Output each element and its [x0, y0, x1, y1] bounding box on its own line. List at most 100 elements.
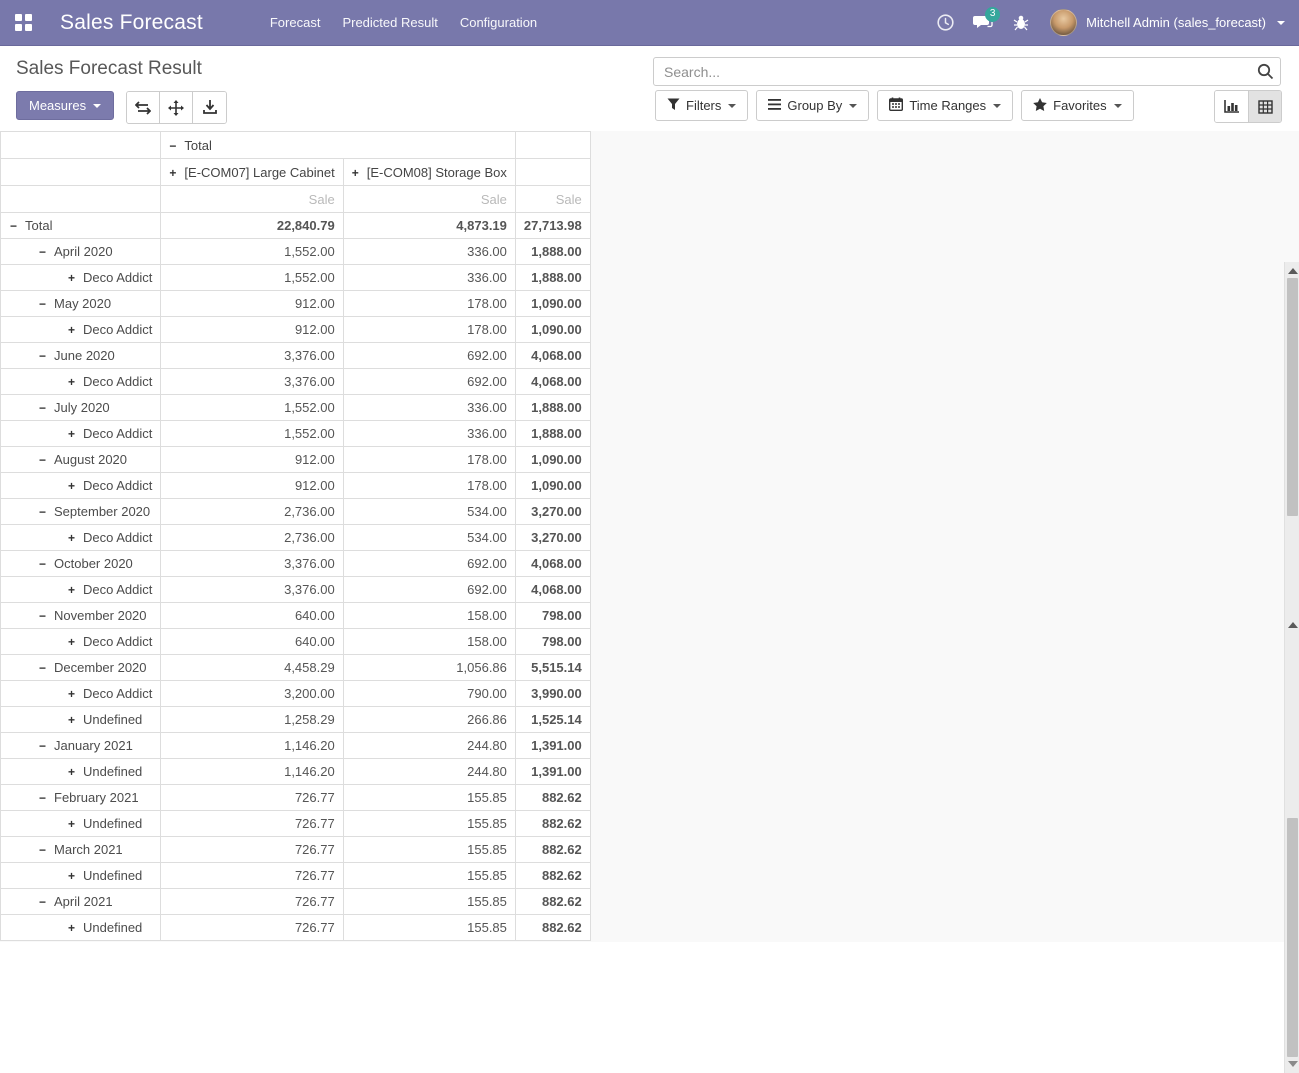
- pivot-col-header-e-com07-large-cabinet[interactable]: +[E-COM07] Large Cabinet: [161, 159, 343, 186]
- search-icon[interactable]: [1250, 63, 1280, 80]
- row-header-deco-addict[interactable]: +Deco Addict: [1, 629, 161, 655]
- row-header-august-2020[interactable]: −August 2020: [1, 447, 161, 473]
- pivot-value-cell: 692.00: [343, 551, 515, 577]
- row-header-deco-addict[interactable]: +Deco Addict: [1, 265, 161, 291]
- pivot-col-total-header[interactable]: −Total: [161, 132, 516, 159]
- pivot-value-cell: 726.77: [161, 811, 343, 837]
- messages-button[interactable]: 3: [964, 0, 1002, 46]
- pivot-value-cell: 178.00: [343, 291, 515, 317]
- scroll-up-arrow-icon[interactable]: [1288, 622, 1298, 628]
- pivot-row-october-2020: −October 20203,376.00692.004,068.00: [1, 551, 591, 577]
- pivot-row-total: −Total22,840.794,873.1927,713.98: [1, 213, 591, 239]
- row-header-december-2020[interactable]: −December 2020: [1, 655, 161, 681]
- row-header-november-2020[interactable]: −November 2020: [1, 603, 161, 629]
- pivot-value-cell: 3,270.00: [515, 499, 590, 525]
- row-header-september-2020[interactable]: −September 2020: [1, 499, 161, 525]
- messages-count-badge: 3: [985, 7, 1000, 22]
- pivot-row-deco-addict: +Deco Addict912.00178.001,090.00: [1, 317, 591, 343]
- row-header-deco-addict[interactable]: +Deco Addict: [1, 317, 161, 343]
- filters-button[interactable]: Filters: [655, 90, 748, 121]
- pivot-value-cell: 4,068.00: [515, 551, 590, 577]
- pivot-col-header-e-com08-storage-box[interactable]: +[E-COM08] Storage Box: [343, 159, 515, 186]
- row-header-total[interactable]: −Total: [1, 213, 161, 239]
- pivot-value-cell: 798.00: [515, 629, 590, 655]
- measures-button[interactable]: Measures: [16, 91, 114, 120]
- row-header-undefined[interactable]: +Undefined: [1, 707, 161, 733]
- group-by-icon: [768, 98, 787, 113]
- row-header-march-2021[interactable]: −March 2021: [1, 837, 161, 863]
- pivot-value-cell: 1,888.00: [515, 421, 590, 447]
- scroll-up-arrow-icon[interactable]: [1288, 268, 1298, 274]
- pivot-value-cell: 158.00: [343, 603, 515, 629]
- apps-menu-button[interactable]: [0, 0, 46, 46]
- row-header-october-2020[interactable]: −October 2020: [1, 551, 161, 577]
- bar-chart-view-button[interactable]: [1215, 91, 1248, 122]
- row-header-deco-addict[interactable]: +Deco Addict: [1, 473, 161, 499]
- expand-all-button[interactable]: [160, 92, 193, 123]
- measures-label: Measures: [29, 98, 86, 113]
- pivot-value-cell: 726.77: [161, 915, 343, 941]
- control-panel: Sales Forecast Result Measures: [0, 46, 1299, 131]
- pivot-corner-cell: [1, 186, 161, 213]
- clock-icon: [937, 14, 954, 31]
- measure-header-sale[interactable]: Sale: [161, 186, 343, 213]
- scrollbar-thumb[interactable]: [1287, 818, 1298, 1057]
- pivot-table: −Total+[E-COM07] Large Cabinet+[E-COM08]…: [0, 131, 591, 941]
- calendar-icon: [889, 97, 909, 114]
- pivot-value-cell: 336.00: [343, 239, 515, 265]
- app-brand-title[interactable]: Sales Forecast: [60, 11, 203, 35]
- measure-header-sale[interactable]: Sale: [515, 186, 590, 213]
- download-button[interactable]: [193, 92, 226, 123]
- row-header-february-2021[interactable]: −February 2021: [1, 785, 161, 811]
- debug-button[interactable]: [1002, 0, 1040, 46]
- pivot-row-august-2020: −August 2020912.00178.001,090.00: [1, 447, 591, 473]
- row-header-january-2021[interactable]: −January 2021: [1, 733, 161, 759]
- pivot-row-deco-addict: +Deco Addict3,200.00790.003,990.00: [1, 681, 591, 707]
- row-header-deco-addict[interactable]: +Deco Addict: [1, 681, 161, 707]
- pivot-empty-header: [515, 132, 590, 159]
- scroll-down-arrow-icon[interactable]: [1288, 1061, 1298, 1067]
- measure-header-sale[interactable]: Sale: [343, 186, 515, 213]
- row-header-undefined[interactable]: +Undefined: [1, 811, 161, 837]
- row-header-deco-addict[interactable]: +Deco Addict: [1, 525, 161, 551]
- pivot-value-cell: 244.80: [343, 759, 515, 785]
- row-header-undefined[interactable]: +Undefined: [1, 915, 161, 941]
- row-header-undefined[interactable]: +Undefined: [1, 863, 161, 889]
- vertical-scrollbar[interactable]: [1284, 262, 1299, 1073]
- row-header-june-2020[interactable]: −June 2020: [1, 343, 161, 369]
- row-header-july-2020[interactable]: −July 2020: [1, 395, 161, 421]
- pivot-row-april-2020: −April 20201,552.00336.001,888.00: [1, 239, 591, 265]
- row-header-deco-addict[interactable]: +Deco Addict: [1, 369, 161, 395]
- row-header-april-2021[interactable]: −April 2021: [1, 889, 161, 915]
- chevron-down-icon: [993, 104, 1001, 108]
- pivot-value-cell: 4,068.00: [515, 343, 590, 369]
- row-header-undefined[interactable]: +Undefined: [1, 759, 161, 785]
- row-header-april-2020[interactable]: −April 2020: [1, 239, 161, 265]
- pivot-value-cell: 1,258.29: [161, 707, 343, 733]
- pivot-value-cell: 1,525.14: [515, 707, 590, 733]
- pivot-value-cell: 692.00: [343, 577, 515, 603]
- activities-button[interactable]: [926, 0, 964, 46]
- nav-item-predicted-result[interactable]: Predicted Result: [331, 0, 448, 46]
- pivot-value-cell: 178.00: [343, 447, 515, 473]
- row-header-deco-addict[interactable]: +Deco Addict: [1, 577, 161, 603]
- filter-icon: [667, 98, 686, 114]
- search-filter-buttons: Filters Group By Time Ranges Favorites: [655, 90, 1134, 121]
- flip-axis-button[interactable]: [127, 92, 160, 123]
- main-menu: ForecastPredicted ResultConfiguration: [259, 0, 548, 46]
- pivot-view-button[interactable]: [1248, 91, 1281, 122]
- pivot-value-cell: 1,888.00: [515, 395, 590, 421]
- pivot-row-undefined: +Undefined1,258.29266.861,525.14: [1, 707, 591, 733]
- time-ranges-button[interactable]: Time Ranges: [877, 90, 1013, 121]
- nav-item-configuration[interactable]: Configuration: [449, 0, 548, 46]
- pivot-value-cell: 3,376.00: [161, 551, 343, 577]
- favorites-button[interactable]: Favorites: [1021, 90, 1133, 121]
- group-by-button[interactable]: Group By: [756, 90, 869, 121]
- pivot-value-cell: 1,056.86: [343, 655, 515, 681]
- row-header-deco-addict[interactable]: +Deco Addict: [1, 421, 161, 447]
- search-input[interactable]: [654, 64, 1250, 80]
- user-menu[interactable]: Mitchell Admin (sales_forecast): [1050, 9, 1285, 36]
- row-header-may-2020[interactable]: −May 2020: [1, 291, 161, 317]
- nav-item-forecast[interactable]: Forecast: [259, 0, 332, 46]
- scrollbar-thumb[interactable]: [1287, 278, 1298, 516]
